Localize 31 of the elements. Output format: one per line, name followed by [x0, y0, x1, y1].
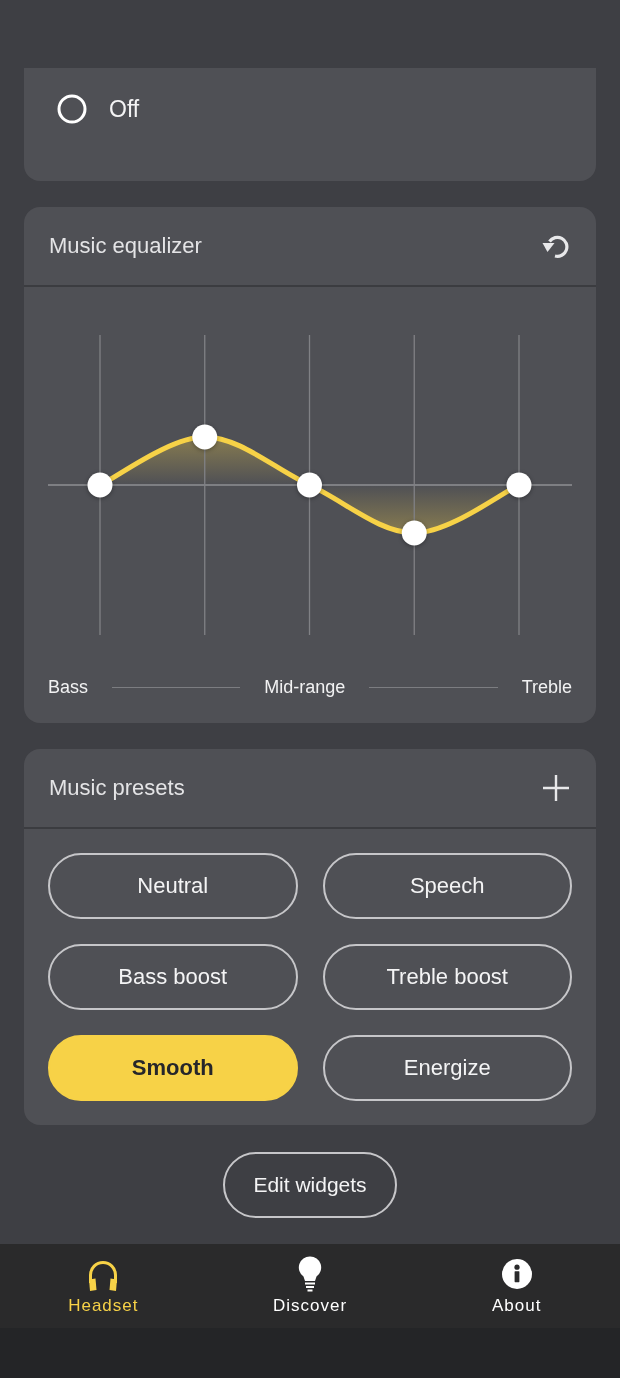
preset-button[interactable]: Speech	[322, 853, 572, 919]
eq-handle[interactable]	[401, 520, 427, 546]
preset-button[interactable]: Neutral	[48, 853, 298, 919]
eq-band-track[interactable]	[297, 334, 322, 636]
nav-tab[interactable]: About	[413, 1244, 620, 1328]
eq-handle[interactable]	[297, 472, 322, 498]
info-icon	[501, 1259, 532, 1289]
card-title: Music equalizer	[49, 233, 202, 259]
nav-tab[interactable]: Discover	[206, 1244, 414, 1328]
preset-button[interactable]: Energize	[322, 1035, 572, 1101]
eq-handle[interactable]	[506, 472, 532, 498]
eq-handle[interactable]	[87, 472, 113, 498]
radio-label: Off	[109, 95, 140, 124]
preset-button[interactable]: Treble boost	[322, 944, 572, 1010]
eq-band-track[interactable]	[192, 334, 218, 636]
nav-tab[interactable]: Headset	[0, 1244, 207, 1328]
radio-button[interactable]	[57, 94, 87, 124]
preset-button[interactable]: Smooth	[48, 1035, 298, 1101]
preset-button[interactable]: Bass boost	[48, 944, 298, 1010]
edit-widgets-button[interactable]: Edit widgets	[223, 1152, 397, 1218]
add-button[interactable]	[542, 774, 570, 802]
eq-band-track[interactable]	[506, 334, 532, 636]
range-label: Bass	[48, 676, 89, 699]
eq-handle[interactable]	[192, 424, 218, 450]
range-label: Treble	[521, 676, 572, 699]
plus-icon	[542, 774, 570, 802]
range-label: Mid-range	[264, 676, 346, 699]
lightbulb-icon	[298, 1256, 322, 1292]
card-title: Music presets	[49, 775, 185, 801]
eq-band-track[interactable]	[87, 334, 113, 636]
eq-band-track[interactable]	[401, 334, 427, 636]
